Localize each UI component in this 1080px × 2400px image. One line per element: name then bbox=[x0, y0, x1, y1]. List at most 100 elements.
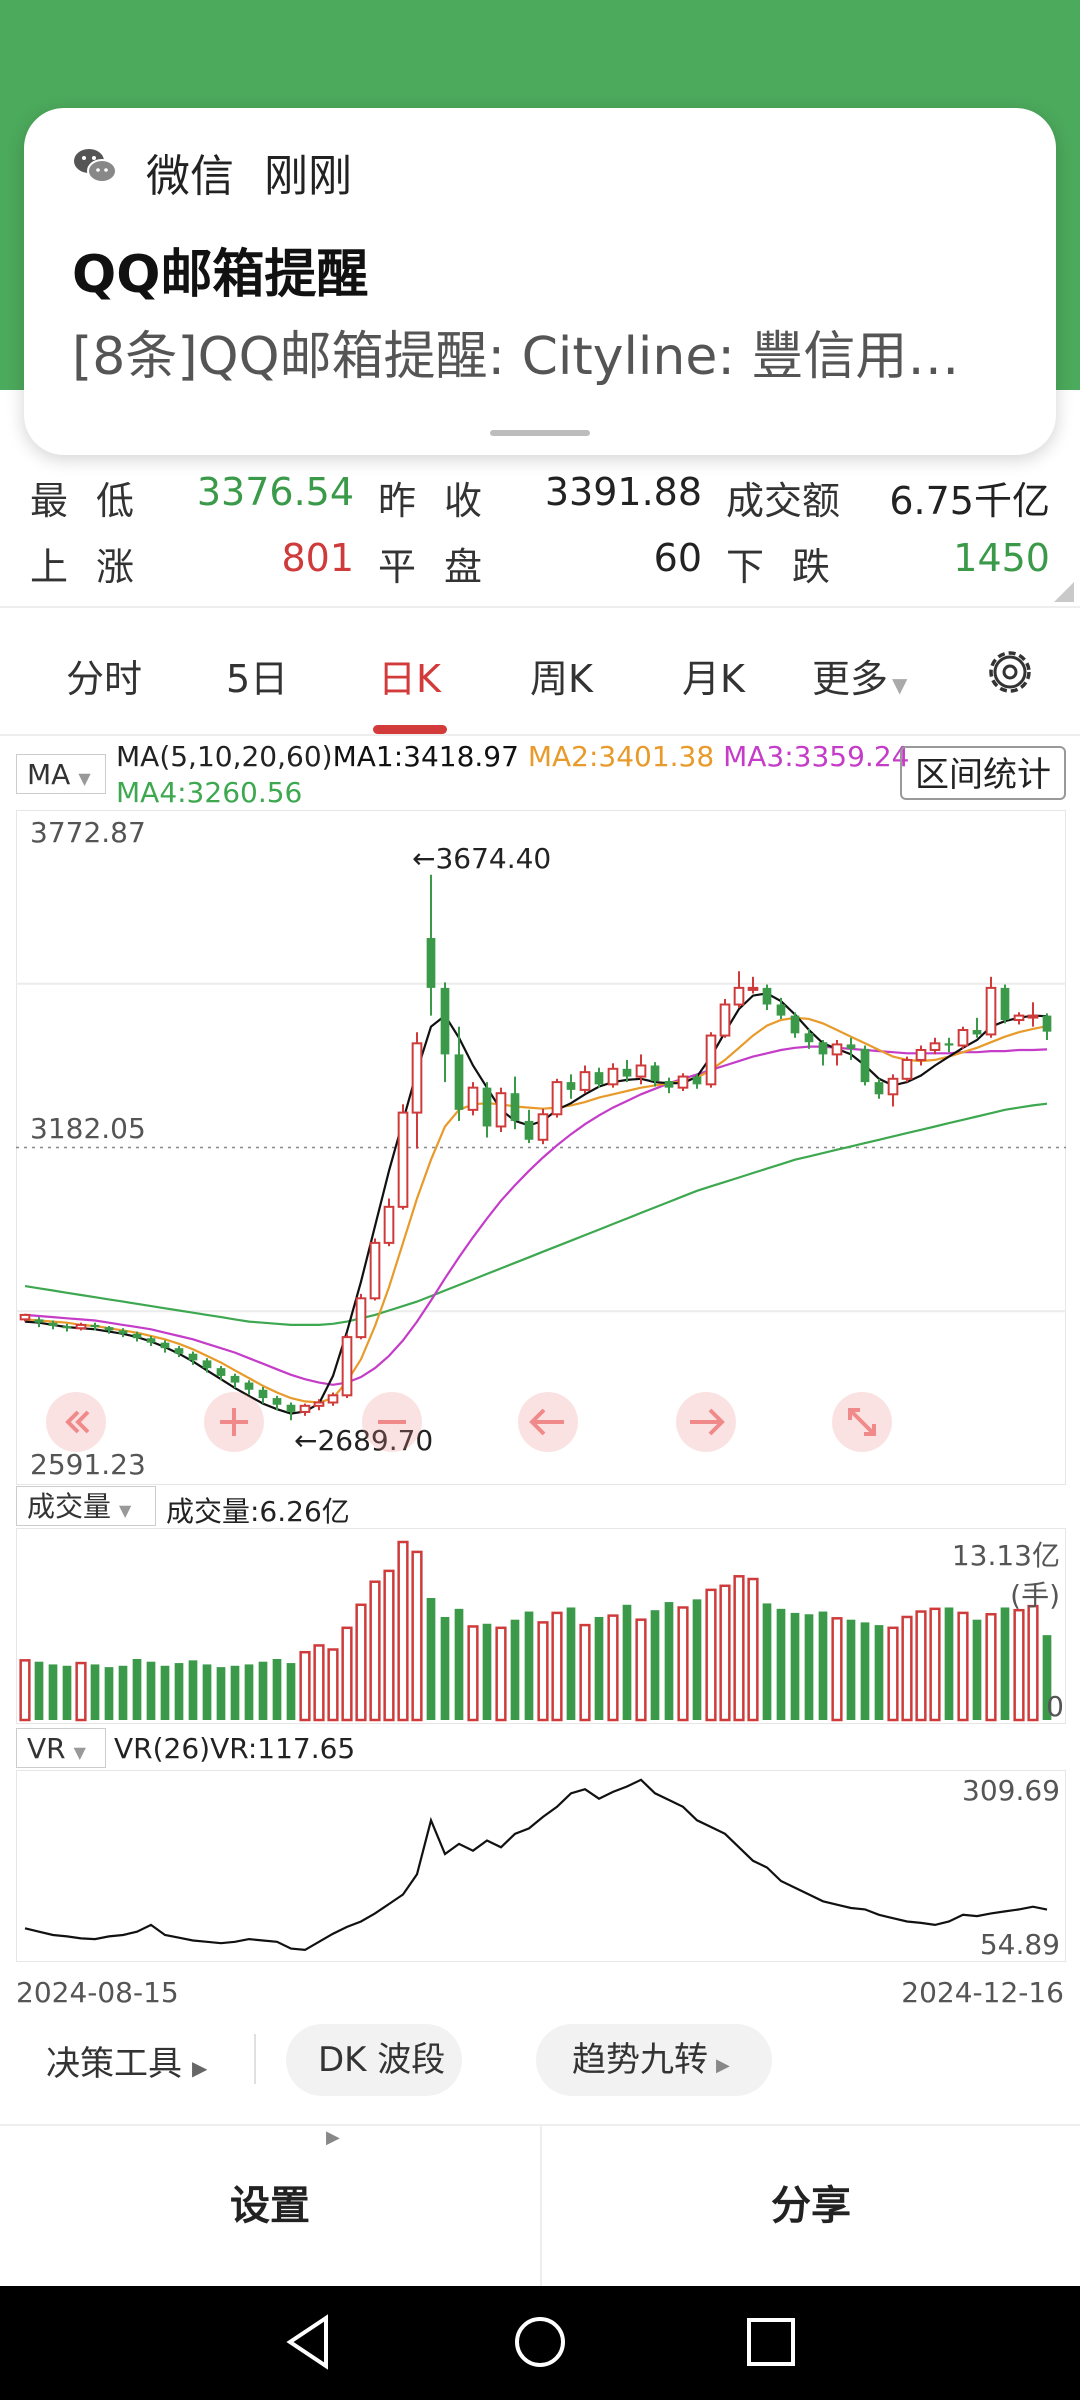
candle-body-up bbox=[915, 1048, 927, 1061]
candle-body-down bbox=[244, 1382, 254, 1390]
volume-bar-up bbox=[397, 1540, 409, 1722]
candle-body-up bbox=[537, 1113, 549, 1141]
volume-bar-up bbox=[1013, 1608, 1025, 1722]
volume-bar-down bbox=[524, 1611, 534, 1720]
ma2-value: MA2:3401.38 bbox=[527, 740, 715, 773]
candle-body-up bbox=[733, 986, 745, 1006]
tab-daily-k[interactable]: 日K bbox=[378, 648, 441, 703]
tab-more[interactable]: 更多 ▼ bbox=[812, 648, 907, 703]
candle-body-down bbox=[230, 1375, 240, 1383]
zoom-in-icon[interactable] bbox=[202, 1390, 266, 1454]
candle-body-down bbox=[440, 987, 450, 1055]
volume-bar-up bbox=[383, 1569, 395, 1722]
volume-bar-down bbox=[972, 1619, 982, 1720]
trend-nine-button[interactable]: 趋势九转 ▶ bbox=[536, 2024, 772, 2096]
back-icon[interactable] bbox=[282, 2312, 332, 2372]
candle-body-down bbox=[90, 1324, 100, 1328]
vr-axis-min: 54.89 bbox=[979, 1928, 1060, 1961]
volume-indicator-select[interactable]: 成交量 ▼ bbox=[16, 1486, 156, 1526]
range-stats-button[interactable]: 区间统计 bbox=[900, 746, 1066, 800]
vr-indicator-select[interactable]: VR ▼ bbox=[16, 1728, 106, 1768]
caret-right-icon: ▶ bbox=[192, 2056, 208, 2080]
candle-body-down bbox=[202, 1360, 212, 1369]
vr-line bbox=[24, 1778, 1048, 1952]
candle-body-up bbox=[355, 1297, 367, 1339]
chevron-down-icon: ▼ bbox=[73, 1743, 86, 1762]
arrow-right-icon[interactable] bbox=[674, 1390, 738, 1454]
volume-bar-down bbox=[566, 1607, 576, 1720]
volume-bar-up bbox=[705, 1588, 717, 1722]
volume-bar-down bbox=[230, 1665, 240, 1720]
turnover-label: 成交额 bbox=[726, 479, 841, 523]
tab-monthly-k[interactable]: 月K bbox=[682, 648, 745, 703]
prev-close-value: 3391.88 bbox=[544, 470, 702, 514]
date-end: 2024-12-16 bbox=[901, 1976, 1064, 2009]
candle-body-up bbox=[1027, 1014, 1039, 1019]
candle-body-up bbox=[313, 1401, 325, 1407]
high-price-marker: ←3674.40 bbox=[412, 842, 552, 875]
volume-bar-down bbox=[104, 1667, 114, 1720]
volume-bar-down bbox=[160, 1665, 170, 1720]
share-button[interactable]: 分享 bbox=[542, 2126, 1080, 2286]
settings-button[interactable]: 设置 bbox=[0, 2126, 540, 2286]
gear-icon[interactable] bbox=[984, 646, 1036, 698]
candle-body-down bbox=[510, 1093, 520, 1121]
decision-tools-button[interactable]: 决策工具 ▶ bbox=[46, 2036, 207, 2085]
volume-bar-up bbox=[467, 1625, 479, 1722]
volume-bar-up bbox=[733, 1575, 745, 1722]
wechat-icon bbox=[74, 149, 117, 183]
volume-bar-down bbox=[426, 1597, 436, 1720]
zoom-out-icon[interactable] bbox=[360, 1390, 424, 1454]
volume-bar-down bbox=[258, 1661, 268, 1720]
up-label: 上涨 bbox=[30, 545, 163, 589]
candle-body-down bbox=[846, 1044, 856, 1049]
vr-indicator-label: VR bbox=[27, 1732, 66, 1765]
volume-bar-up bbox=[1027, 1604, 1039, 1722]
candle-body-up bbox=[607, 1067, 619, 1086]
candle-body-down bbox=[944, 1043, 954, 1046]
tab-weekly-k[interactable]: 周K bbox=[530, 648, 593, 703]
volume-indicator-label: 成交量 bbox=[27, 1490, 112, 1523]
notification-drag-handle[interactable] bbox=[490, 430, 590, 436]
candle-body-down bbox=[594, 1072, 604, 1085]
candle-body-down bbox=[426, 937, 436, 988]
notification-time: 刚刚 bbox=[264, 151, 352, 202]
volume-bar-down bbox=[188, 1660, 198, 1720]
candle-body-down bbox=[860, 1048, 870, 1083]
volume-bar-down bbox=[440, 1616, 450, 1720]
volume-bar-down bbox=[454, 1608, 464, 1720]
candle-body-down bbox=[524, 1120, 534, 1140]
tools-divider bbox=[254, 2034, 256, 2084]
fullscreen-icon[interactable] bbox=[830, 1390, 894, 1454]
ma-indicator-select[interactable]: MA ▼ bbox=[16, 754, 106, 794]
candle-body-down bbox=[1000, 987, 1010, 1021]
candlestick-chart[interactable] bbox=[16, 810, 1066, 1485]
candle-body-down bbox=[650, 1065, 660, 1082]
ma-params: MA(5,10,20,60) bbox=[116, 740, 333, 773]
tab-5day[interactable]: 5日 bbox=[226, 648, 288, 703]
volume-bar-up bbox=[915, 1610, 927, 1722]
tab-intraday[interactable]: 分时 bbox=[66, 648, 142, 703]
candle-body-up bbox=[1013, 1014, 1025, 1022]
flat-count: 60 bbox=[653, 536, 702, 580]
volume-bar-up bbox=[677, 1606, 689, 1722]
stats-divider bbox=[0, 606, 1080, 608]
arrow-left-icon[interactable] bbox=[516, 1390, 580, 1454]
home-icon[interactable] bbox=[512, 2312, 568, 2372]
candle-body-up bbox=[677, 1075, 689, 1089]
candle-body-up bbox=[957, 1029, 969, 1047]
recents-icon[interactable] bbox=[744, 2314, 798, 2370]
candle-body-down bbox=[790, 1015, 800, 1034]
rewind-icon[interactable] bbox=[44, 1390, 108, 1454]
notification-app-name: 微信 bbox=[146, 151, 234, 202]
expand-corner-icon[interactable] bbox=[1054, 582, 1074, 602]
volume-bar-down bbox=[874, 1625, 884, 1720]
low-value: 3376.54 bbox=[196, 470, 354, 514]
dk-band-button[interactable]: DK 波段▶ bbox=[286, 2024, 462, 2148]
volume-bar-down bbox=[146, 1661, 156, 1720]
candle-body-down bbox=[874, 1082, 884, 1095]
volume-bar-down bbox=[846, 1619, 856, 1720]
volume-bar-down bbox=[776, 1608, 786, 1720]
candle-body-up bbox=[635, 1064, 647, 1078]
volume-bar-down bbox=[286, 1663, 296, 1720]
